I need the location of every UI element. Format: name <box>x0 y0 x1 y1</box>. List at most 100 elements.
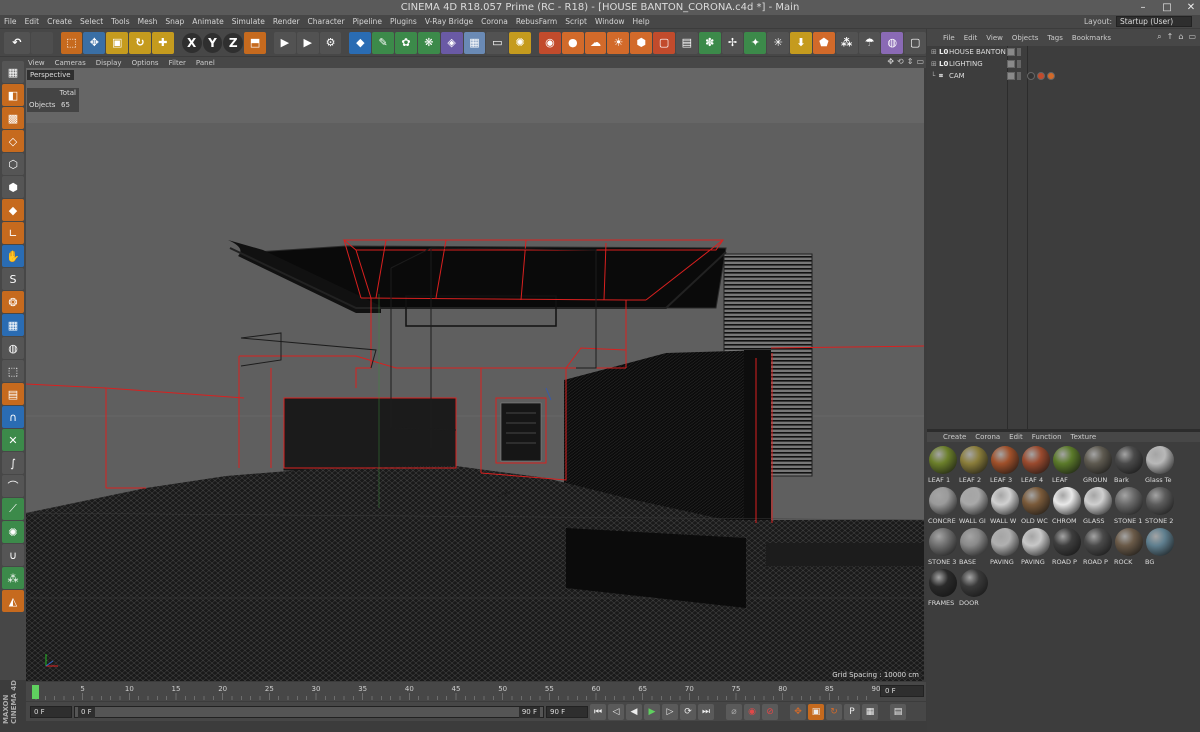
menu-plugins[interactable]: Plugins <box>390 17 417 26</box>
material-swatch[interactable]: ROCK <box>1114 527 1144 567</box>
bevel-icon[interactable]: ⟋ <box>2 498 24 520</box>
matmgr-menu-texture[interactable]: Texture <box>1071 433 1097 441</box>
corona-vfb-icon[interactable]: ▤ <box>675 31 698 54</box>
close-icon[interactable]: ✕ <box>1186 0 1196 15</box>
material-swatch[interactable]: FRAMES <box>928 568 958 608</box>
material-swatch[interactable]: BG <box>1145 527 1175 567</box>
previous-frame-icon[interactable]: ◀ <box>626 703 642 720</box>
pen-icon[interactable]: ✎ <box>372 31 395 54</box>
material-swatch[interactable]: ROAD P <box>1083 527 1113 567</box>
current-frame-field[interactable]: 0 F <box>880 685 924 697</box>
record-keys-icon[interactable]: ⌀ <box>726 703 742 720</box>
objmgr-menu-file[interactable]: File <box>943 34 955 42</box>
polygons-mode-icon[interactable]: ◆ <box>2 199 24 221</box>
material-swatch[interactable]: LEAF 3 <box>990 445 1020 485</box>
rebus-farm-icon[interactable]: ⬟ <box>812 31 835 54</box>
corona-light-icon[interactable]: ● <box>561 31 584 54</box>
camera-icon[interactable]: ▭ <box>486 31 509 54</box>
viewport-menu-panel[interactable]: Panel <box>196 59 215 67</box>
light-icon[interactable]: ✺ <box>509 31 532 54</box>
expand-icon[interactable]: ⊞ <box>931 60 939 68</box>
up-arrow-icon[interactable]: ↑ <box>1167 32 1174 42</box>
vray-icon[interactable]: ✽ <box>698 31 721 54</box>
rig-icon[interactable]: ∪ <box>2 544 24 566</box>
timeline-window-icon[interactable]: ▤ <box>890 703 906 720</box>
brush-icon[interactable]: ✺ <box>2 521 24 543</box>
points-mode-icon[interactable]: ⬡ <box>2 153 24 175</box>
grid-icon[interactable]: ▦ <box>2 314 24 336</box>
paint-icon[interactable]: ▤ <box>2 383 24 405</box>
corona-sky-icon[interactable]: ☁ <box>584 31 607 54</box>
orbit-icon[interactable]: ⟲ <box>897 57 904 66</box>
viewport-solo-icon[interactable]: ⬚ <box>2 360 24 382</box>
menu-file[interactable]: File <box>4 17 17 26</box>
menu-rebusfarm[interactable]: RebusFarm <box>516 17 557 26</box>
material-swatch[interactable]: WALL W <box>990 486 1020 526</box>
viewport-menu-cameras[interactable]: Cameras <box>55 59 86 67</box>
playhead[interactable] <box>32 685 39 699</box>
start-frame-field[interactable]: 0 F <box>30 705 72 718</box>
menu-mesh[interactable]: Mesh <box>138 17 158 26</box>
zoom-icon[interactable]: ⇕ <box>907 57 914 66</box>
material-swatch[interactable]: STONE 3 <box>928 527 958 567</box>
material-swatch[interactable]: GLASS <box>1083 486 1113 526</box>
next-frame-icon[interactable]: ▷ <box>662 703 678 720</box>
material-swatch[interactable]: WALL GI <box>959 486 989 526</box>
vray-settings-icon[interactable]: ✳ <box>767 31 790 54</box>
scale-icon[interactable]: ▣ <box>106 31 129 54</box>
vray-bridge-icon[interactable]: ✢ <box>721 31 744 54</box>
corona-sun-icon[interactable]: ☀ <box>607 31 630 54</box>
soft-selection-icon[interactable]: ❂ <box>2 291 24 313</box>
menu-snap[interactable]: Snap <box>165 17 184 26</box>
x-axis-button[interactable]: X <box>181 32 202 53</box>
lock-workplane-icon[interactable]: ◍ <box>2 337 24 359</box>
material-swatch[interactable]: ROAD P <box>1052 527 1082 567</box>
knife-icon[interactable]: ∫ <box>2 452 24 474</box>
key-scale-icon[interactable]: ▣ <box>808 703 824 720</box>
workplane-icon[interactable]: ◇ <box>2 130 24 152</box>
menu-help[interactable]: Help <box>633 17 650 26</box>
new-view-icon[interactable]: ▭ <box>1188 32 1196 42</box>
live-selection-icon[interactable]: ⬚ <box>60 31 83 54</box>
menu-render[interactable]: Render <box>273 17 300 26</box>
material-swatch[interactable]: LEAF <box>1052 445 1082 485</box>
extrude-icon[interactable]: ⌒ <box>2 475 24 497</box>
floor-icon[interactable]: ▦ <box>463 31 486 54</box>
deformer-icon[interactable]: ◈ <box>440 31 463 54</box>
preview-range-slider[interactable]: 0 F 90 F <box>74 705 544 718</box>
menu-corona[interactable]: Corona <box>481 17 508 26</box>
autokey-icon[interactable]: ⊘ <box>762 703 778 720</box>
umbrella-icon[interactable]: ☂ <box>858 31 881 54</box>
key-pla-icon[interactable]: ▦ <box>862 703 878 720</box>
record-active-icon[interactable]: ◉ <box>744 703 760 720</box>
matmgr-menu-function[interactable]: Function <box>1032 433 1062 441</box>
material-swatch[interactable]: LEAF 4 <box>1021 445 1051 485</box>
object-tags[interactable] <box>1007 72 1055 80</box>
minimize-icon[interactable]: – <box>1138 0 1148 15</box>
material-swatch[interactable]: LEAF 2 <box>959 445 989 485</box>
corona-frame-icon[interactable]: ▢ <box>653 31 675 54</box>
array-icon[interactable]: ❋ <box>417 31 440 54</box>
make-editable-icon[interactable]: ▦ <box>2 61 24 83</box>
magnet-icon[interactable]: ∩ <box>2 406 24 428</box>
key-rotation-icon[interactable]: ↻ <box>826 703 842 720</box>
objmgr-menu-objects[interactable]: Objects <box>1012 34 1038 42</box>
material-swatch[interactable]: PAVING <box>990 527 1020 567</box>
menu-character[interactable]: Character <box>308 17 345 26</box>
expand-icon[interactable]: ⊞ <box>931 48 939 56</box>
pan-icon[interactable]: ✥ <box>887 57 894 66</box>
home-icon[interactable]: ⌂ <box>1178 32 1183 42</box>
object-row-lighting[interactable]: ⊞ L0 LIGHTING <box>927 58 1200 70</box>
next-key-icon[interactable]: ⟳ <box>680 703 696 720</box>
material-swatch[interactable]: GROUN <box>1083 445 1113 485</box>
edges-mode-icon[interactable]: ⬢ <box>2 176 24 198</box>
previous-key-icon[interactable]: ◁ <box>608 703 624 720</box>
maximize-icon[interactable]: □ <box>1162 0 1172 15</box>
move-icon[interactable]: ✥ <box>83 31 106 54</box>
menu-create[interactable]: Create <box>47 17 72 26</box>
menu-tools[interactable]: Tools <box>111 17 129 26</box>
viewport-menu-options[interactable]: Options <box>132 59 159 67</box>
viewport-menu-view[interactable]: View <box>28 59 45 67</box>
corona-render-icon[interactable]: ◉ <box>539 31 561 54</box>
viewport-menu-filter[interactable]: Filter <box>169 59 186 67</box>
